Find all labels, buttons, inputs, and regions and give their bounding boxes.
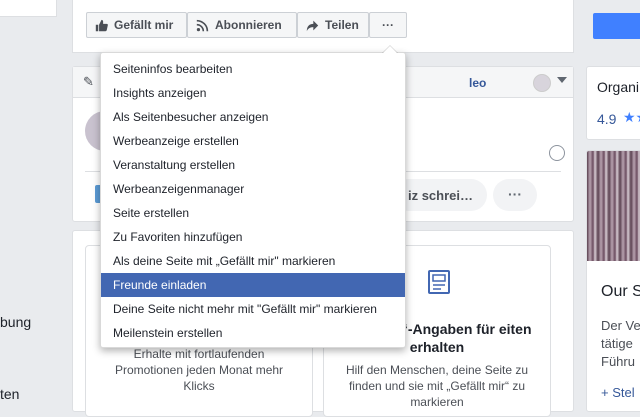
menu-item-invite-friends[interactable]: Freunde einladen [101, 273, 405, 297]
cover-image [587, 151, 640, 261]
promo-card-description: Erhalte mit fortlaufenden Promotionen je… [114, 347, 284, 393]
share-arrow-icon [306, 20, 319, 31]
story-line: Der Ve [601, 318, 640, 333]
thumbs-up-icon [95, 19, 108, 31]
menu-item-create-event[interactable]: Veranstaltung erstellen [101, 153, 405, 177]
emoji-icon[interactable] [549, 145, 565, 161]
write-post-button[interactable]: iz schrei… [393, 179, 487, 211]
more-options-menu: Seiteninfos bearbeiten Insights anzeigen… [100, 45, 406, 348]
story-link[interactable]: + Stel [601, 385, 635, 400]
star-rating-icon: ★★ [623, 109, 640, 125]
like-button[interactable]: Gefällt mir [86, 12, 187, 38]
more-icon: ··· [508, 186, 522, 202]
story-line: Führu [601, 354, 635, 369]
share-button[interactable]: Teilen [297, 12, 369, 38]
menu-item-edit-page-info[interactable]: Seiteninfos bearbeiten [101, 57, 405, 81]
menu-notch-inner [383, 46, 397, 53]
menu-item-create-ad[interactable]: Werbeanzeige erstellen [101, 129, 405, 153]
menu-item-ads-manager[interactable]: Werbeanzeigenmanager [101, 177, 405, 201]
story-card: Our S Der Ve tätige Führu + Stel [586, 150, 640, 412]
organization-card: Organi 4.9 ★★ [586, 66, 640, 140]
more-icon: ··· [382, 18, 394, 32]
page-action-bar: Gefällt mir Abonnieren Teilen ··· [72, 0, 574, 53]
like-label: Gefällt mir [114, 18, 174, 32]
promo-card-description: Hilf den Menschen, deine Seite zu finden… [345, 363, 529, 409]
menu-item-unlike-page[interactable]: Deine Seite nicht mehr mit "Gefällt mir"… [101, 297, 405, 321]
composer-more-button[interactable]: ··· [493, 179, 537, 211]
write-post-label: iz schrei… [407, 187, 473, 203]
menu-item-view-insights[interactable]: Insights anzeigen [101, 81, 405, 105]
share-label: Teilen [325, 18, 359, 32]
subscribe-label: Abonnieren [215, 18, 282, 32]
story-line: tätige [601, 336, 633, 351]
chevron-down-icon[interactable] [557, 77, 567, 83]
menu-item-create-milestone[interactable]: Meilenstein erstellen [101, 321, 405, 345]
rss-icon [196, 19, 209, 31]
video-tab-label[interactable]: leo [469, 76, 486, 90]
rating-value: 4.9 [597, 111, 617, 127]
organization-title: Organi [597, 79, 640, 95]
story-heading: Our S [601, 283, 640, 300]
menu-item-view-as-visitor[interactable]: Als Seitenbesucher anzeigen [101, 105, 405, 129]
page-avatar-small[interactable] [533, 74, 551, 92]
pencil-icon[interactable]: ✎ [83, 74, 94, 90]
sidebar-top-box [0, 0, 57, 17]
page-layout-icon [428, 270, 450, 294]
primary-action-button[interactable] [593, 13, 640, 39]
menu-item-create-page[interactable]: Seite erstellen [101, 201, 405, 225]
left-sidebar: bung ten [0, 0, 62, 402]
menu-item-add-favorites[interactable]: Zu Favoriten hinzufügen [101, 225, 405, 249]
story-text: Der Ve tätige Führu [601, 317, 640, 371]
sidebar-item[interactable]: bung [0, 314, 31, 330]
subscribe-button[interactable]: Abonnieren [187, 12, 297, 38]
menu-item-like-as-page[interactable]: Als deine Seite mit „Gefällt mir" markie… [101, 249, 405, 273]
more-options-button[interactable]: ··· [369, 12, 407, 38]
